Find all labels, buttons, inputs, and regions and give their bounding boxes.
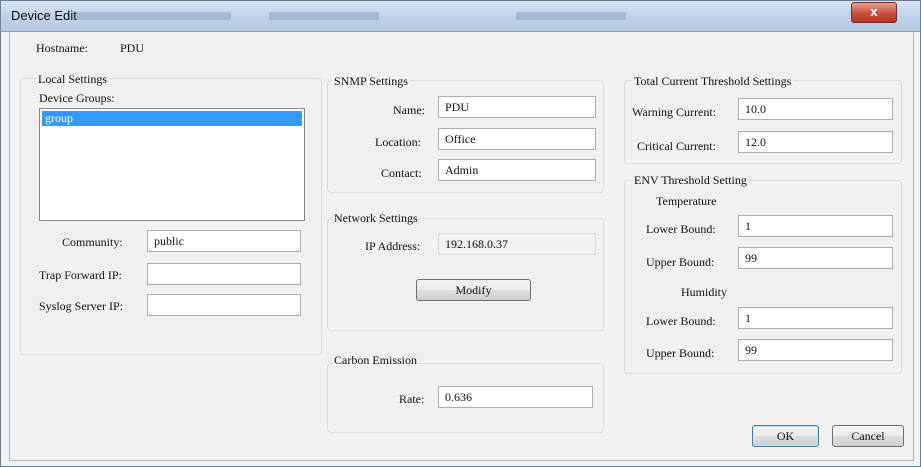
background-window-ghost bbox=[269, 12, 379, 20]
close-button[interactable]: x bbox=[851, 2, 897, 23]
rate-input[interactable]: 0.636 bbox=[438, 386, 593, 408]
hum-lower-label: Lower Bound: bbox=[646, 314, 716, 328]
trap-forward-label: Trap Forward IP: bbox=[39, 268, 122, 282]
network-settings-title: Network Settings bbox=[332, 211, 420, 226]
community-label: Community: bbox=[62, 235, 123, 249]
temp-upper-label: Upper Bound: bbox=[646, 255, 715, 269]
warning-current-input[interactable]: 10.0 bbox=[738, 98, 893, 120]
env-threshold-title: ENV Threshold Setting bbox=[632, 173, 749, 188]
snmp-settings-title: SNMP Settings bbox=[332, 74, 410, 89]
hostname-label: Hostname: bbox=[36, 41, 88, 55]
ip-address-field: 192.168.0.37 bbox=[438, 233, 596, 255]
hostname-value: PDU bbox=[120, 41, 145, 55]
syslog-label: Syslog Server IP: bbox=[39, 299, 123, 313]
title-bar[interactable]: Device Edit x bbox=[1, 1, 920, 32]
syslog-input[interactable] bbox=[147, 294, 301, 316]
temp-upper-input[interactable]: 99 bbox=[738, 247, 893, 269]
snmp-contact-input[interactable]: Admin bbox=[438, 159, 596, 181]
list-item-group[interactable]: group bbox=[42, 111, 302, 126]
device-edit-dialog: Device Edit x Hostname: PDU Local Settin… bbox=[0, 0, 921, 467]
hum-upper-label: Upper Bound: bbox=[646, 346, 715, 360]
warning-current-label: Warning Current: bbox=[632, 105, 717, 119]
device-groups-list[interactable]: group bbox=[39, 108, 305, 221]
temperature-label: Temperature bbox=[656, 194, 717, 208]
window-title: Device Edit bbox=[11, 8, 77, 23]
trap-forward-input[interactable] bbox=[147, 263, 301, 285]
carbon-emission-title: Carbon Emission bbox=[332, 353, 419, 368]
snmp-name-input[interactable]: PDU bbox=[438, 96, 596, 118]
modify-button[interactable]: Modify bbox=[416, 279, 531, 301]
background-window-ghost bbox=[516, 12, 626, 20]
snmp-location-label: Location: bbox=[375, 135, 421, 149]
hum-lower-input[interactable]: 1 bbox=[738, 307, 893, 329]
temp-lower-label: Lower Bound: bbox=[646, 222, 716, 236]
community-input[interactable]: public bbox=[147, 230, 301, 252]
snmp-location-input[interactable]: Office bbox=[438, 128, 596, 150]
background-window-ghost bbox=[71, 12, 231, 20]
dialog-body: Hostname: PDU Local Settings Device Grou… bbox=[9, 32, 914, 461]
device-groups-label: Device Groups: bbox=[39, 91, 115, 105]
cancel-button[interactable]: Cancel bbox=[832, 425, 904, 447]
ok-button[interactable]: OK bbox=[752, 425, 819, 447]
ip-address-label: IP Address: bbox=[365, 239, 421, 253]
critical-current-label: Critical Current: bbox=[637, 139, 716, 153]
hum-upper-input[interactable]: 99 bbox=[738, 339, 893, 361]
snmp-contact-label: Contact: bbox=[381, 166, 422, 180]
close-icon: x bbox=[870, 4, 878, 19]
current-threshold-title: Total Current Threshold Settings bbox=[632, 74, 794, 89]
humidity-label: Humidity bbox=[681, 285, 728, 299]
snmp-name-label: Name: bbox=[393, 103, 425, 117]
critical-current-input[interactable]: 12.0 bbox=[738, 131, 893, 153]
temp-lower-input[interactable]: 1 bbox=[738, 215, 893, 237]
local-settings-title: Local Settings bbox=[36, 72, 109, 87]
rate-label: Rate: bbox=[399, 392, 425, 406]
